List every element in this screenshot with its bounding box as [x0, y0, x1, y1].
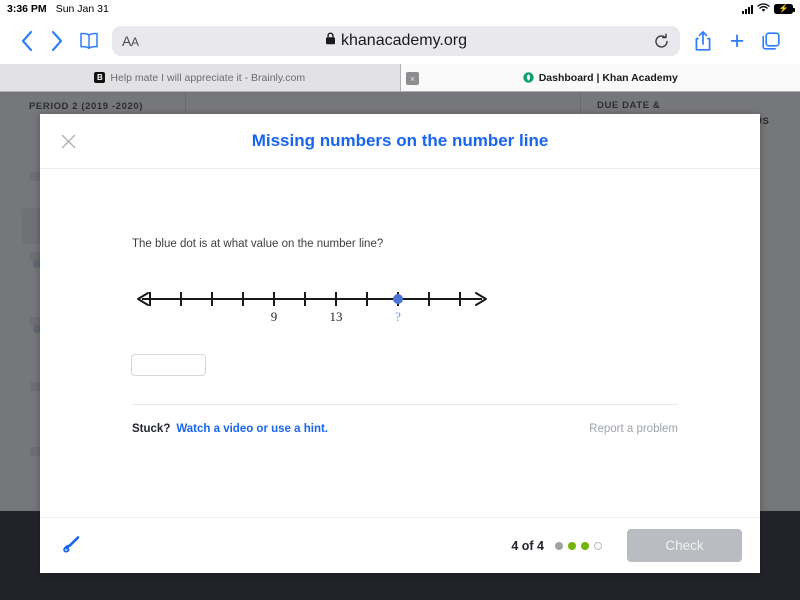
progress-dot [568, 541, 576, 550]
divider [132, 404, 678, 405]
progress-dot [594, 541, 602, 550]
brainly-favicon: B [94, 72, 106, 83]
stuck-label: Stuck? [132, 423, 171, 435]
progress-dot [581, 541, 589, 550]
reload-button[interactable] [653, 33, 670, 50]
cellular-signal-icon [742, 4, 753, 14]
hint-link[interactable]: Watch a video or use a hint. [176, 423, 328, 435]
check-button[interactable]: Check [627, 529, 742, 562]
page-title: Missing numbers on the number line [251, 131, 549, 150]
report-problem-link[interactable]: Report a problem [589, 423, 678, 435]
browser-tab-brainly[interactable]: B Help mate I will appreciate it - Brain… [0, 64, 400, 91]
number-line-blue-dot [393, 294, 403, 304]
close-icon[interactable] [57, 130, 79, 152]
answer-input[interactable] [131, 354, 206, 376]
modal-footer: 4 of 4 Check [40, 517, 760, 573]
progress-dot [555, 541, 563, 550]
tick-label: 9 [271, 309, 278, 324]
screen: 3:36 PM Sun Jan 31 ⚡ AA khanacademy.org … [0, 0, 800, 600]
modal-header: Missing numbers on the number line [40, 114, 760, 169]
battery-charging-icon: ⚡ [774, 4, 795, 14]
url-text: khanacademy.org [341, 32, 467, 49]
wifi-icon [757, 2, 770, 16]
text-size-button[interactable]: AA [122, 33, 139, 49]
scratchpad-pencil-icon[interactable] [58, 533, 84, 559]
ios-status-bar: 3:36 PM Sun Jan 31 ⚡ [0, 0, 800, 18]
close-tab-button[interactable]: × [406, 72, 419, 85]
number-line-figure: 9 13 ? [132, 285, 492, 330]
tab-title: Help mate I will appreciate it - Brainly… [110, 71, 306, 84]
url-bar[interactable]: AA khanacademy.org [112, 26, 680, 56]
exercise-modal: Missing numbers on the number line The b… [40, 114, 760, 573]
status-time: 3:36 PM [7, 3, 47, 15]
unknown-point-label: ? [395, 309, 401, 324]
lock-icon [325, 32, 336, 50]
new-tab-button[interactable]: + [720, 28, 754, 54]
browser-tab-khan-academy[interactable]: Dashboard | Khan Academy [400, 64, 800, 91]
tabs-button[interactable] [754, 31, 788, 51]
tab-title: Dashboard | Khan Academy [538, 71, 678, 84]
progress-count: 4 of 4 [511, 538, 544, 553]
progress-dots [555, 541, 602, 550]
question-prompt: The blue dot is at what value on the num… [132, 238, 384, 250]
number-line-svg: 9 13 ? [137, 292, 487, 324]
back-button[interactable] [12, 30, 42, 52]
progress-area: 4 of 4 Check [511, 529, 742, 562]
khan-academy-leaf-favicon [523, 72, 534, 83]
status-date: Sun Jan 31 [55, 3, 109, 15]
tab-bar: B Help mate I will appreciate it - Brain… [0, 64, 800, 92]
stuck-row: Stuck? Watch a video or use a hint. Repo… [132, 423, 678, 435]
modal-body: The blue dot is at what value on the num… [40, 169, 760, 517]
safari-toolbar: AA khanacademy.org + [0, 18, 800, 64]
forward-button[interactable] [42, 30, 72, 52]
tick-label: 13 [330, 309, 343, 324]
share-button[interactable] [686, 30, 720, 52]
bookmarks-button[interactable] [72, 31, 106, 51]
